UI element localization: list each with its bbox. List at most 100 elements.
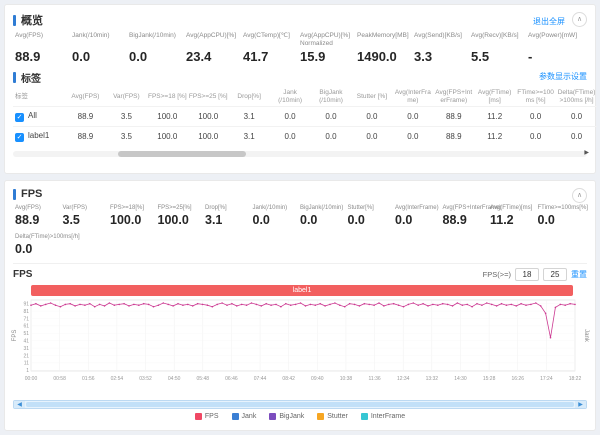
metric-value: 41.7: [243, 49, 300, 64]
table-header-cell: Delta(FTime)>100ms [/h]: [556, 87, 597, 107]
svg-text:16:26: 16:26: [511, 376, 524, 382]
row-label: label1: [28, 131, 49, 140]
table-header-cell: Avg(FPS+InterFrame): [433, 87, 474, 107]
svg-text:07:44: 07:44: [254, 376, 267, 382]
table-header-cell: FPS>=25 [%]: [188, 87, 229, 107]
metric-value: 0.0: [129, 49, 186, 64]
metric-label: Avg(AppCPU)[%] Normalized: [300, 32, 357, 48]
metric-value: 100.0: [158, 213, 206, 227]
metric-label: FPS>=18[%]: [110, 204, 158, 212]
metric-value: 11.2: [490, 213, 538, 227]
svg-text:15:28: 15:28: [483, 376, 496, 382]
metric-value: 1490.0: [357, 49, 414, 64]
table-cell: 0.0: [392, 107, 433, 127]
table-scrollbar-thumb[interactable]: [118, 151, 246, 157]
overview-title: 概览: [21, 12, 43, 28]
fps-metric: Avg(FPS)88.9: [15, 204, 63, 227]
legend-swatch: [317, 413, 324, 420]
table-cell: 100.0: [147, 107, 188, 127]
table-cell: 3.5: [106, 107, 147, 127]
labels-table-header-row: 标签Avg(FPS)Var(FPS)FPS>=18 [%]FPS>=25 [%]…: [13, 87, 597, 107]
legend-label: Jank: [242, 413, 257, 420]
labels-table: 标签Avg(FPS)Var(FPS)FPS>=18 [%]FPS>=25 [%]…: [13, 87, 597, 146]
table-scroll-right-arrow[interactable]: ▶: [584, 149, 589, 156]
legend-item-bigjank[interactable]: BigJank: [269, 413, 304, 420]
fps-collapse-button[interactable]: ∧: [572, 188, 587, 203]
fps-header: FPS ∧: [5, 181, 595, 200]
metric-value: 0.0: [72, 49, 129, 64]
metric-label: FTime>=100ms[%]: [538, 204, 586, 212]
overview-metric: Avg(Send)[KB/s]3.3: [414, 32, 471, 64]
legend-swatch: [195, 413, 202, 420]
chart-horizontal-scrollbar[interactable]: ◀ ▶: [13, 400, 587, 409]
metric-label: BigJank(/10min): [129, 32, 186, 48]
legend-item-stutter[interactable]: Stutter: [317, 413, 348, 420]
fps-metric: FTime>=100ms[%]0.0: [538, 204, 586, 227]
fps-metric: Stutter[%]0.0: [348, 204, 396, 227]
table-row[interactable]: ✓label188.93.5100.0100.03.10.00.00.00.08…: [13, 127, 597, 147]
fullscreen-link[interactable]: 退出全屏: [533, 16, 565, 27]
svg-text:02:54: 02:54: [111, 376, 124, 382]
svg-text:05:48: 05:48: [197, 376, 210, 382]
fps-metric: Avg(FTime)[ms]11.2: [490, 204, 538, 227]
table-header-cell: Avg(FTime) [ms]: [474, 87, 515, 107]
svg-text:12:34: 12:34: [397, 376, 410, 382]
table-cell: 3.5: [106, 127, 147, 147]
labels-title: 标签: [21, 70, 41, 85]
table-row-name: ✓All: [13, 107, 65, 127]
metric-value: 3.1: [205, 213, 253, 227]
chart-scroll-left-arrow[interactable]: ◀: [14, 401, 25, 408]
reset-link[interactable]: 重置: [571, 269, 587, 280]
table-header-cell: BigJank (/10min): [311, 87, 352, 107]
metric-value: 15.9: [300, 49, 357, 64]
legend-item-jank[interactable]: Jank: [232, 413, 257, 420]
svg-text:11: 11: [24, 361, 29, 367]
table-horizontal-scrollbar[interactable]: ▶: [13, 151, 587, 157]
metric-label: Avg(InterFrame): [395, 204, 443, 212]
fps-threshold-input-2[interactable]: [543, 268, 567, 281]
overview-metric: Jank(/10min)0.0: [72, 32, 129, 64]
legend-label: InterFrame: [371, 413, 405, 420]
overview-collapse-button[interactable]: ∧: [572, 12, 587, 27]
table-cell: 0.0: [270, 107, 311, 127]
fps-chart-svg[interactable]: 00:0000:5801:5602:5403:5204:5005:4806:46…: [9, 297, 593, 393]
parameter-display-settings-link[interactable]: 参数显示设置: [539, 71, 587, 82]
fps-metric: Avg(FPS+InterFrame)88.9: [443, 204, 491, 227]
table-header-cell: FPS>=18 [%]: [147, 87, 188, 107]
legend-item-fps[interactable]: FPS: [195, 413, 219, 420]
labels-table-body: ✓All88.93.5100.0100.03.10.00.00.00.088.9…: [13, 107, 597, 147]
overview-metrics: Avg(FPS)88.9Jank(/10min)0.0BigJank(/10mi…: [5, 28, 595, 64]
chart-scroll-track[interactable]: [25, 401, 575, 408]
svg-text:41: 41: [23, 338, 29, 344]
table-cell: 0.0: [311, 107, 352, 127]
metric-label: Avg(Recv)[KB/s]: [471, 32, 528, 48]
table-cell: 0.0: [556, 127, 597, 147]
row-checkbox[interactable]: ✓: [15, 113, 24, 122]
metric-value: 0.0: [300, 213, 348, 227]
metric-value: 100.0: [110, 213, 158, 227]
row-checkbox[interactable]: ✓: [15, 133, 24, 142]
fps-metric: BigJank(/10min)0.0: [300, 204, 348, 227]
table-row[interactable]: ✓All88.93.5100.0100.03.10.00.00.00.088.9…: [13, 107, 597, 127]
svg-text:01:56: 01:56: [82, 376, 95, 382]
table-header-cell: Drop[%]: [229, 87, 270, 107]
overview-metric: Avg(CTemp)[℃]41.7: [243, 32, 300, 64]
table-cell: 88.9: [433, 107, 474, 127]
fps-chart-subtitle: FPS: [13, 269, 32, 280]
legend-item-interframe[interactable]: InterFrame: [361, 413, 405, 420]
fps-metric: FPS>=18[%]100.0: [110, 204, 158, 227]
table-cell: 88.9: [65, 107, 106, 127]
metric-label: Avg(FPS+InterFrame): [443, 204, 491, 212]
overview-metric: PeakMemory[MB]1490.0: [357, 32, 414, 64]
fps-threshold-label: FPS(>=): [483, 270, 511, 279]
legend-label: BigJank: [279, 413, 304, 420]
fps-threshold-input-1[interactable]: [515, 268, 539, 281]
chart-region-label[interactable]: label1: [31, 285, 573, 296]
chart-scrollbar-thumb[interactable]: [26, 402, 574, 407]
svg-text:71: 71: [23, 316, 29, 322]
svg-text:21: 21: [23, 353, 29, 359]
overview-metric: Avg(AppCPU)[%]23.4: [186, 32, 243, 64]
metric-label: Jank(/10min): [72, 32, 129, 48]
chart-scroll-right-arrow[interactable]: ▶: [575, 401, 586, 408]
legend-label: Stutter: [327, 413, 348, 420]
